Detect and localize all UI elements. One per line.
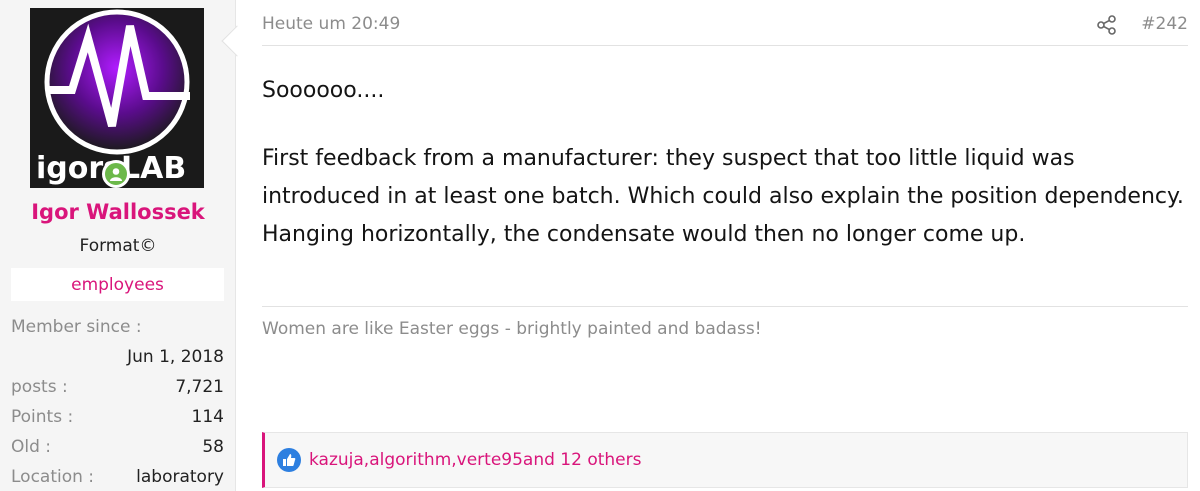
stat-value: 58 [202,437,224,457]
stat-label: Old : [11,437,52,457]
signature: Women are like Easter eggs - brightly pa… [262,306,1188,339]
user-stats: Member since : Jun 1, 2018 posts : 7,721… [11,312,224,491]
post-date-link[interactable]: Heute um 20:49 [262,14,400,34]
post-body-line: Soooooo.... [262,78,385,103]
user-sidebar: igorsLAB Igor Wallossek Format© employee… [0,0,236,491]
post-content: Heute um 20:49 #242 Soooooo.... First fe… [262,0,1188,491]
post-body-paragraph: First feedback from a manufacturer: they… [262,146,1184,247]
post-body: Soooooo.... First feedback from a manufa… [262,72,1188,254]
member-since-label: Member since : [11,317,142,337]
stat-label: Points : [11,407,74,427]
username-link[interactable]: Igor Wallossek [0,200,236,224]
share-icon[interactable] [1096,14,1118,40]
stat-value: 7,721 [175,377,224,397]
stat-label: Location : [11,467,95,487]
stat-label: posts : [11,377,68,397]
like-icon [277,448,301,472]
user-banner: employees [11,268,224,301]
reactions-list-link[interactable]: kazuja,algorithm,verte95and 12 others [309,450,642,470]
member-since-value: Jun 1, 2018 [127,347,224,367]
member-since-row: Member since : [11,312,224,342]
post-number-link[interactable]: #242 [1141,14,1188,34]
stat-row-posts: posts : 7,721 [11,372,224,402]
user-title: Format© [79,236,157,256]
stat-value: 114 [191,407,224,427]
stat-value: laboratory [136,467,224,487]
post-header: Heute um 20:49 #242 [262,12,1188,46]
stat-row-points: Points : 114 [11,402,224,432]
stat-row-old: Old : 58 [11,432,224,462]
online-status-icon [102,160,130,188]
stat-row-location: Location : laboratory [11,462,224,491]
reactions-bar[interactable]: kazuja,algorithm,verte95and 12 others [262,432,1188,488]
